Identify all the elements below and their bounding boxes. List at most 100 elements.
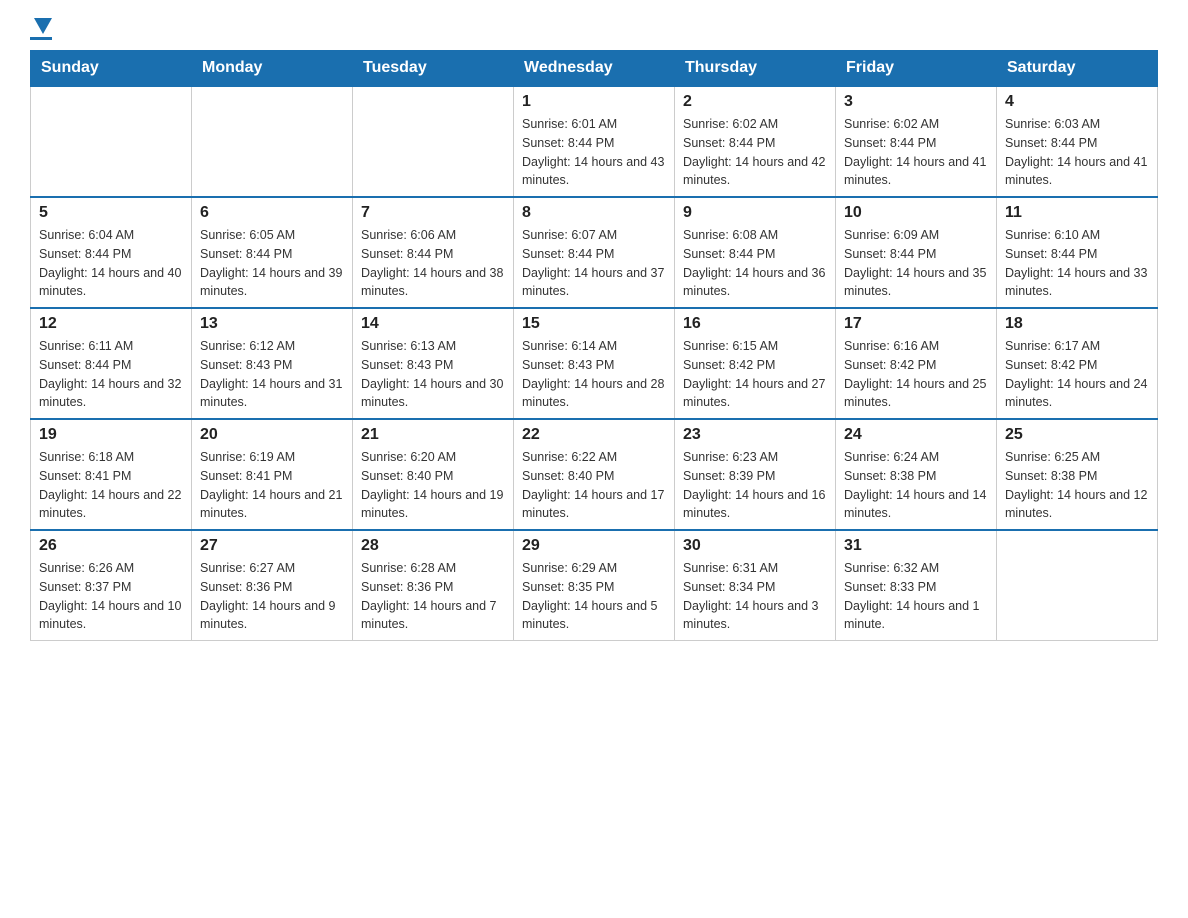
day-sun-info: Sunrise: 6:28 AM Sunset: 8:36 PM Dayligh… (361, 559, 505, 634)
day-sun-info: Sunrise: 6:25 AM Sunset: 8:38 PM Dayligh… (1005, 448, 1149, 523)
calendar-cell (997, 530, 1158, 641)
calendar-cell: 13Sunrise: 6:12 AM Sunset: 8:43 PM Dayli… (192, 308, 353, 419)
calendar-cell: 23Sunrise: 6:23 AM Sunset: 8:39 PM Dayli… (675, 419, 836, 530)
calendar-cell: 30Sunrise: 6:31 AM Sunset: 8:34 PM Dayli… (675, 530, 836, 641)
day-sun-info: Sunrise: 6:14 AM Sunset: 8:43 PM Dayligh… (522, 337, 666, 412)
calendar-cell: 15 Sunrise: 6:14 AM Sunset: 8:43 PM Dayli… (514, 308, 675, 419)
day-number: 12 (39, 315, 183, 333)
calendar-week-row: 5 Sunrise: 6:04 AM Sunset: 8:44 PM Daylig… (31, 197, 1158, 308)
day-number: 9 (683, 204, 827, 222)
day-of-week-header: Wednesday (514, 51, 675, 87)
day-sun-info: Sunrise: 6:02 AM Sunset: 8:44 PM Dayligh… (844, 115, 988, 190)
day-number: 20 (200, 426, 344, 444)
calendar-cell: 6 Sunrise: 6:05 AM Sunset: 8:44 PM Daylig… (192, 197, 353, 308)
calendar-cell: 26 Sunrise: 6:26 AM Sunset: 8:37 PM Dayli… (31, 530, 192, 641)
day-of-week-header: Monday (192, 51, 353, 87)
calendar-week-row: 12 Sunrise: 6:11 AM Sunset: 8:44 PM Dayli… (31, 308, 1158, 419)
day-number: 23 (683, 426, 827, 444)
calendar-cell: 31Sunrise: 6:32 AM Sunset: 8:33 PM Dayli… (836, 530, 997, 641)
calendar-cell: 4 Sunrise: 6:03 AM Sunset: 8:44 PM Daylig… (997, 86, 1158, 197)
calendar-cell: 5 Sunrise: 6:04 AM Sunset: 8:44 PM Daylig… (31, 197, 192, 308)
calendar-table: SundayMondayTuesdayWednesdayThursdayFrid… (30, 50, 1158, 641)
day-sun-info: Sunrise: 6:27 AM Sunset: 8:36 PM Dayligh… (200, 559, 344, 634)
day-sun-info: Sunrise: 6:11 AM Sunset: 8:44 PM Dayligh… (39, 337, 183, 412)
calendar-cell: 18 Sunrise: 6:17 AM Sunset: 8:42 PM Dayli… (997, 308, 1158, 419)
calendar-cell: 1Sunrise: 6:01 AM Sunset: 8:44 PM Daylig… (514, 86, 675, 197)
day-number: 11 (1005, 204, 1149, 222)
day-number: 5 (39, 204, 183, 222)
day-of-week-header: Saturday (997, 51, 1158, 87)
day-number: 24 (844, 426, 988, 444)
day-number: 25 (1005, 426, 1149, 444)
calendar-cell: 3Sunrise: 6:02 AM Sunset: 8:44 PM Daylig… (836, 86, 997, 197)
calendar-cell: 25 Sunrise: 6:25 AM Sunset: 8:38 PM Dayli… (997, 419, 1158, 530)
day-of-week-header: Thursday (675, 51, 836, 87)
day-number: 4 (1005, 93, 1149, 111)
day-number: 15 (522, 315, 666, 333)
day-sun-info: Sunrise: 6:20 AM Sunset: 8:40 PM Dayligh… (361, 448, 505, 523)
day-sun-info: Sunrise: 6:04 AM Sunset: 8:44 PM Dayligh… (39, 226, 183, 301)
day-number: 17 (844, 315, 988, 333)
logo-underline (30, 37, 52, 40)
day-sun-info: Sunrise: 6:17 AM Sunset: 8:42 PM Dayligh… (1005, 337, 1149, 412)
day-sun-info: Sunrise: 6:05 AM Sunset: 8:44 PM Dayligh… (200, 226, 344, 301)
calendar-cell: 19 Sunrise: 6:18 AM Sunset: 8:41 PM Dayli… (31, 419, 192, 530)
day-number: 13 (200, 315, 344, 333)
day-number: 27 (200, 537, 344, 555)
calendar-cell: 14Sunrise: 6:13 AM Sunset: 8:43 PM Dayli… (353, 308, 514, 419)
day-of-week-header: Tuesday (353, 51, 514, 87)
day-sun-info: Sunrise: 6:02 AM Sunset: 8:44 PM Dayligh… (683, 115, 827, 190)
day-of-week-header: Sunday (31, 51, 192, 87)
calendar-cell: 21Sunrise: 6:20 AM Sunset: 8:40 PM Dayli… (353, 419, 514, 530)
day-sun-info: Sunrise: 6:31 AM Sunset: 8:34 PM Dayligh… (683, 559, 827, 634)
day-number: 19 (39, 426, 183, 444)
day-number: 18 (1005, 315, 1149, 333)
day-number: 16 (683, 315, 827, 333)
day-sun-info: Sunrise: 6:16 AM Sunset: 8:42 PM Dayligh… (844, 337, 988, 412)
calendar-cell: 7 Sunrise: 6:06 AM Sunset: 8:44 PM Daylig… (353, 197, 514, 308)
day-sun-info: Sunrise: 6:24 AM Sunset: 8:38 PM Dayligh… (844, 448, 988, 523)
calendar-cell (31, 86, 192, 197)
logo-triangle-icon (34, 18, 52, 34)
calendar-cell (353, 86, 514, 197)
day-sun-info: Sunrise: 6:03 AM Sunset: 8:44 PM Dayligh… (1005, 115, 1149, 190)
calendar-cell: 27 Sunrise: 6:27 AM Sunset: 8:36 PM Dayli… (192, 530, 353, 641)
calendar-header-row: SundayMondayTuesdayWednesdayThursdayFrid… (31, 51, 1158, 87)
calendar-cell: 10 Sunrise: 6:09 AM Sunset: 8:44 PM Dayli… (836, 197, 997, 308)
calendar-cell: 9 Sunrise: 6:08 AM Sunset: 8:44 PM Daylig… (675, 197, 836, 308)
day-sun-info: Sunrise: 6:09 AM Sunset: 8:44 PM Dayligh… (844, 226, 988, 301)
day-number: 8 (522, 204, 666, 222)
calendar-cell: 28 Sunrise: 6:28 AM Sunset: 8:36 PM Dayli… (353, 530, 514, 641)
day-sun-info: Sunrise: 6:08 AM Sunset: 8:44 PM Dayligh… (683, 226, 827, 301)
calendar-cell (192, 86, 353, 197)
calendar-cell: 12 Sunrise: 6:11 AM Sunset: 8:44 PM Dayli… (31, 308, 192, 419)
calendar-week-row: 1Sunrise: 6:01 AM Sunset: 8:44 PM Daylig… (31, 86, 1158, 197)
calendar-cell: 24 Sunrise: 6:24 AM Sunset: 8:38 PM Dayli… (836, 419, 997, 530)
calendar-cell: 2 Sunrise: 6:02 AM Sunset: 8:44 PM Daylig… (675, 86, 836, 197)
calendar-cell: 20 Sunrise: 6:19 AM Sunset: 8:41 PM Dayli… (192, 419, 353, 530)
day-number: 28 (361, 537, 505, 555)
day-number: 14 (361, 315, 505, 333)
day-sun-info: Sunrise: 6:32 AM Sunset: 8:33 PM Dayligh… (844, 559, 988, 634)
day-number: 6 (200, 204, 344, 222)
day-sun-info: Sunrise: 6:01 AM Sunset: 8:44 PM Dayligh… (522, 115, 666, 190)
day-sun-info: Sunrise: 6:19 AM Sunset: 8:41 PM Dayligh… (200, 448, 344, 523)
day-number: 10 (844, 204, 988, 222)
day-sun-info: Sunrise: 6:07 AM Sunset: 8:44 PM Dayligh… (522, 226, 666, 301)
logo (30, 20, 52, 40)
page-header (30, 20, 1158, 40)
calendar-cell: 22Sunrise: 6:22 AM Sunset: 8:40 PM Dayli… (514, 419, 675, 530)
day-sun-info: Sunrise: 6:15 AM Sunset: 8:42 PM Dayligh… (683, 337, 827, 412)
day-number: 26 (39, 537, 183, 555)
day-number: 2 (683, 93, 827, 111)
day-sun-info: Sunrise: 6:26 AM Sunset: 8:37 PM Dayligh… (39, 559, 183, 634)
day-sun-info: Sunrise: 6:18 AM Sunset: 8:41 PM Dayligh… (39, 448, 183, 523)
day-number: 7 (361, 204, 505, 222)
day-number: 22 (522, 426, 666, 444)
day-sun-info: Sunrise: 6:29 AM Sunset: 8:35 PM Dayligh… (522, 559, 666, 634)
day-sun-info: Sunrise: 6:06 AM Sunset: 8:44 PM Dayligh… (361, 226, 505, 301)
calendar-cell: 17 Sunrise: 6:16 AM Sunset: 8:42 PM Dayli… (836, 308, 997, 419)
calendar-cell: 16 Sunrise: 6:15 AM Sunset: 8:42 PM Dayli… (675, 308, 836, 419)
day-number: 29 (522, 537, 666, 555)
calendar-cell: 11Sunrise: 6:10 AM Sunset: 8:44 PM Dayli… (997, 197, 1158, 308)
